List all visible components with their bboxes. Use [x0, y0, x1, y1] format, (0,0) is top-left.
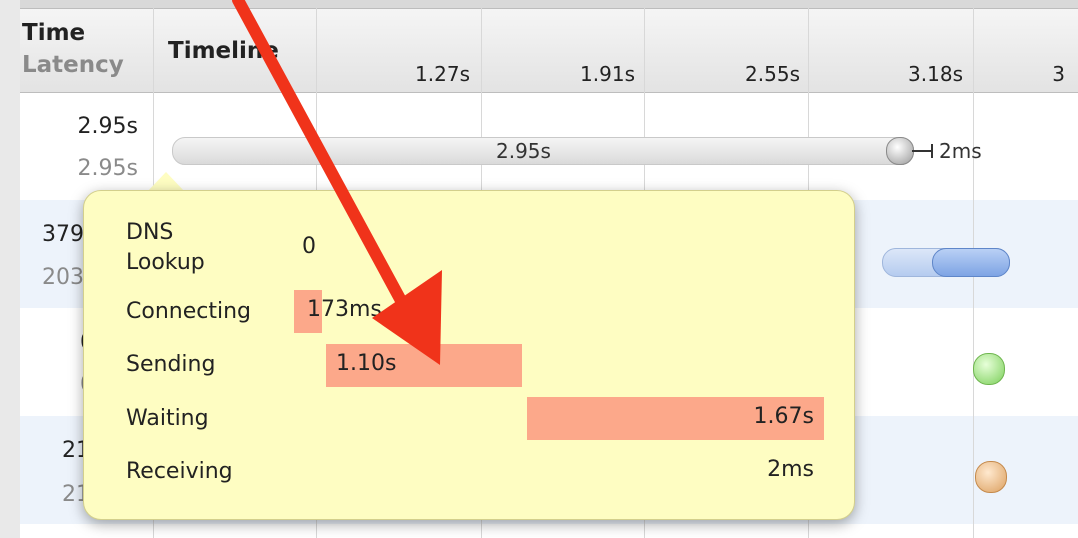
annotation-arrow-head: [372, 270, 442, 365]
annotation-arrow-icon: [232, 0, 442, 365]
annotation-arrow-shaft: [232, 0, 411, 314]
